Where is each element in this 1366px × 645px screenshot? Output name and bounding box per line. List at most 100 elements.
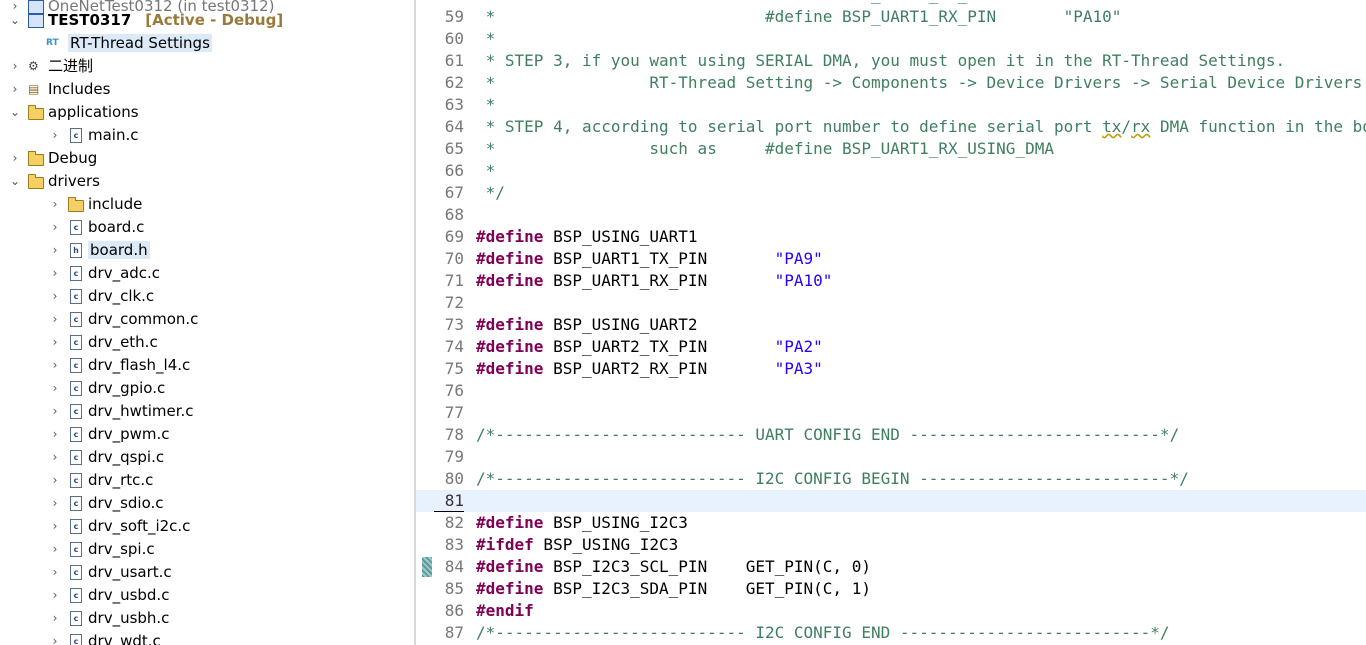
code-line[interactable]: 76 [416, 380, 1366, 402]
line-number: 74 [444, 337, 464, 356]
code-line[interactable]: 84 #define BSP_I2C3_SCL_PIN GET_PIN(C, 0) [416, 556, 1366, 578]
chevron-right-icon[interactable]: › [48, 335, 62, 349]
chevron-right-icon[interactable]: › [48, 220, 62, 234]
tree-item[interactable]: › c drv_qspi.c [48, 445, 165, 468]
chevron-right-icon[interactable]: › [48, 243, 62, 257]
chevron-right-icon[interactable]: › [48, 611, 62, 625]
chevron-right-icon[interactable]: › [48, 473, 62, 487]
chevron-right-icon[interactable]: › [48, 565, 62, 579]
code-line[interactable]: 80 /*-------------------------- I2C CONFI… [416, 468, 1366, 490]
line-number: 67 [444, 183, 464, 202]
tree-item-label: applications [48, 102, 139, 121]
tree-item[interactable]: › c drv_common.c [48, 307, 199, 330]
chevron-right-icon[interactable]: › [48, 404, 62, 418]
chevron-right-icon[interactable]: › [48, 450, 62, 464]
tree-item[interactable]: › c drv_usbd.c [48, 583, 170, 606]
tree-item[interactable]: › Debug [8, 146, 98, 169]
keyword-token: #define [476, 227, 544, 246]
tree-item[interactable]: › c drv_rtc.c [48, 468, 154, 491]
code-line[interactable]: 61 * STEP 3, if you want using SERIAL DM… [416, 50, 1366, 72]
chevron-right-icon[interactable]: › [48, 634, 62, 645]
chevron-down-icon[interactable]: ⌄ [8, 13, 22, 27]
tree-item[interactable]: ⌄ TEST0317 [Active - Debug] [8, 8, 283, 31]
chevron-right-icon[interactable]: › [48, 588, 62, 602]
code-line[interactable]: 63 * [416, 94, 1366, 116]
tree-item[interactable]: › c drv_hwtimer.c [48, 399, 194, 422]
chevron-right-icon[interactable]: › [8, 59, 22, 73]
code-line[interactable]: 70 #define BSP_UART1_TX_PIN "PA9" [416, 248, 1366, 270]
chevron-right-icon[interactable]: › [48, 289, 62, 303]
tree-item[interactable]: ⌄ applications [8, 100, 139, 123]
c-file-icon: c [70, 219, 82, 235]
code-line[interactable]: 77 [416, 402, 1366, 424]
tree-item[interactable]: › c drv_clk.c [48, 284, 155, 307]
code-line[interactable]: 64 * STEP 4, according to serial port nu… [416, 116, 1366, 138]
code-line[interactable]: 73 #define BSP_USING_UART2 [416, 314, 1366, 336]
chevron-right-icon[interactable]: › [48, 128, 62, 142]
tree-item[interactable]: RT RT-Thread Settings [46, 31, 212, 54]
tree-item[interactable]: › c drv_eth.c [48, 330, 158, 353]
tree-item[interactable]: › h board.h [48, 238, 150, 261]
tree-item[interactable]: › c drv_usbh.c [48, 606, 170, 629]
code-line[interactable]: 86 #endif [416, 600, 1366, 622]
tree-item[interactable]: › c drv_pwm.c [48, 422, 170, 445]
chevron-right-icon[interactable]: › [8, 82, 22, 96]
tree-item[interactable]: › c drv_flash_l4.c [48, 353, 191, 376]
code-line[interactable]: 69 #define BSP_USING_UART1 [416, 226, 1366, 248]
chevron-right-icon[interactable]: › [48, 496, 62, 510]
code-line[interactable]: 59 * #define BSP_UART1_RX_PIN "PA10" [416, 6, 1366, 28]
code-text: */ [476, 182, 505, 204]
keyword-token: #define [476, 337, 544, 356]
code-line[interactable]: 67 */ [416, 182, 1366, 204]
code-line[interactable]: 71 #define BSP_UART1_RX_PIN "PA10" [416, 270, 1366, 292]
tree-item[interactable]: › include [48, 192, 143, 215]
tree-item[interactable]: › c drv_wdt.c [48, 629, 161, 645]
code-line[interactable]: 87 /*-------------------------- I2C CONFI… [416, 622, 1366, 644]
chevron-right-icon[interactable]: › [48, 542, 62, 556]
code-line[interactable]: 78 /*-------------------------- UART CONF… [416, 424, 1366, 446]
code-line[interactable]: 81 [416, 490, 1366, 512]
code-line[interactable]: 72 [416, 292, 1366, 314]
chevron-right-icon[interactable]: › [48, 312, 62, 326]
chevron-right-icon[interactable]: › [48, 519, 62, 533]
chevron-right-icon[interactable]: › [48, 381, 62, 395]
code-line[interactable]: 83 #ifdef BSP_USING_I2C3 [416, 534, 1366, 556]
tree-item-label: TEST0317 [48, 10, 132, 29]
code-line[interactable]: 68 [416, 204, 1366, 226]
code-line[interactable]: 62 * RT-Thread Setting -> Components -> … [416, 72, 1366, 94]
tree-item[interactable]: › ▤ Includes [8, 77, 111, 100]
code-text: #endif [476, 600, 534, 622]
tree-item[interactable]: › c drv_usart.c [48, 560, 172, 583]
c-file-icon: c [70, 265, 82, 281]
code-line[interactable]: 60 * [416, 28, 1366, 50]
code-line[interactable]: 66 * [416, 160, 1366, 182]
tree-item[interactable]: › ⚙ 二进制 [8, 54, 93, 77]
tree-item[interactable]: ⌄ drivers [8, 169, 100, 192]
tree-item[interactable]: › c board.c [48, 215, 145, 238]
code-line[interactable]: 85 #define BSP_I2C3_SDA_PIN GET_PIN(C, 1) [416, 578, 1366, 600]
tree-item[interactable]: › c drv_spi.c [48, 537, 155, 560]
tree-item[interactable]: › c drv_adc.c [48, 261, 160, 284]
comment-token: * STEP 3, if you want using SERIAL DMA, … [476, 51, 1286, 70]
keyword-token: #endif [476, 601, 534, 620]
chevron-down-icon[interactable]: ⌄ [8, 105, 22, 119]
chevron-right-icon[interactable]: › [8, 151, 22, 165]
tree-item[interactable]: › c main.c [48, 123, 139, 146]
chevron-right-icon[interactable]: › [48, 197, 62, 211]
tree-item[interactable]: › c drv_gpio.c [48, 376, 166, 399]
code-line[interactable]: 79 [416, 446, 1366, 468]
chevron-down-icon[interactable]: ⌄ [8, 174, 22, 188]
code-line[interactable]: 82 #define BSP_USING_I2C3 [416, 512, 1366, 534]
code-line[interactable]: 65 * such as #define BSP_UART1_RX_USING_… [416, 138, 1366, 160]
tree-item[interactable]: › c drv_sdio.c [48, 491, 164, 514]
code-token: BSP_USING_UART1 [543, 227, 698, 246]
tree-item[interactable]: › c drv_soft_i2c.c [48, 514, 191, 537]
chevron-right-icon[interactable]: › [48, 358, 62, 372]
c-file-icon: c [70, 449, 82, 465]
code-line[interactable]: 74 #define BSP_UART2_TX_PIN "PA2" [416, 336, 1366, 358]
code-token: BSP_USING_UART2 [543, 315, 698, 334]
chevron-right-icon[interactable]: › [48, 266, 62, 280]
chevron-right-icon[interactable]: › [48, 427, 62, 441]
code-editor[interactable]: 58 * such as #define BSP_UART1_TX_PIN "P… [416, 0, 1366, 645]
code-line[interactable]: 75 #define BSP_UART2_RX_PIN "PA3" [416, 358, 1366, 380]
